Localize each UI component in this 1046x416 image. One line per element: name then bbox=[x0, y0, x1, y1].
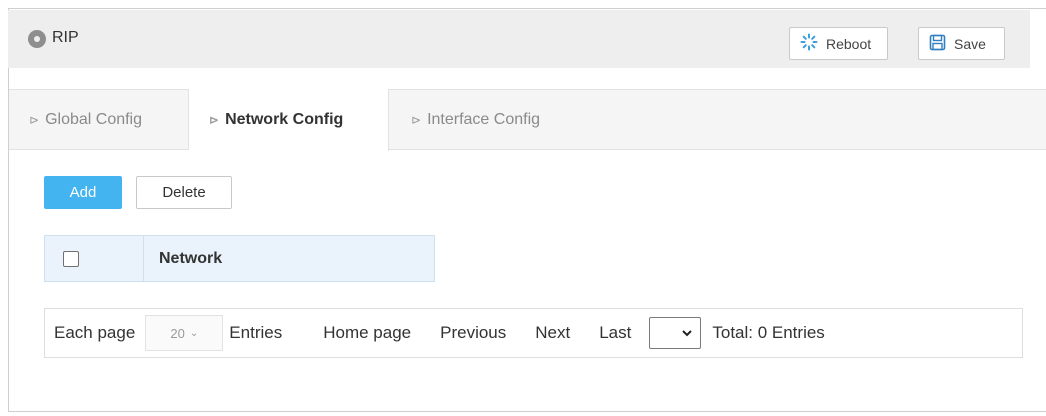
chevron-right-icon: ⊳ bbox=[29, 112, 40, 127]
entries-label: Entries bbox=[229, 323, 283, 342]
each-page-label: Each page bbox=[54, 323, 136, 342]
previous-link[interactable]: Previous bbox=[440, 323, 506, 343]
chevron-down-icon: ⌄ bbox=[189, 327, 199, 339]
location-pin-icon bbox=[28, 30, 46, 48]
floppy-disk-icon bbox=[929, 34, 946, 54]
chevron-down-icon bbox=[682, 329, 693, 336]
page-number-select[interactable] bbox=[649, 317, 702, 349]
chevron-right-icon: ⊳ bbox=[411, 112, 422, 127]
tab-label: Global Config bbox=[45, 110, 143, 128]
tab-global-config[interactable]: ⊳ Global Config bbox=[9, 89, 189, 150]
last-link[interactable]: Last bbox=[599, 323, 631, 343]
page-size-select[interactable]: 20 ⌄ bbox=[145, 315, 224, 351]
tab-interface-config[interactable]: ⊳ Interface Config bbox=[389, 89, 609, 150]
select-all-checkbox[interactable] bbox=[63, 250, 79, 267]
delete-button[interactable]: Delete bbox=[136, 176, 232, 209]
total-entries-label: Total: 0 Entries bbox=[712, 323, 825, 342]
tab-label: Network Config bbox=[225, 111, 344, 128]
add-button[interactable]: Add bbox=[44, 176, 122, 209]
page-title: RIP bbox=[52, 29, 79, 46]
table-header: Network bbox=[44, 235, 435, 282]
tab-network-config[interactable]: ⊳ Network Config bbox=[189, 89, 389, 151]
pagination-bar: Each page 20 ⌄ Entries Home page Previou… bbox=[44, 308, 1023, 358]
save-button[interactable]: Save bbox=[918, 27, 1005, 60]
reboot-label: Reboot bbox=[826, 35, 872, 52]
next-link[interactable]: Next bbox=[535, 323, 570, 343]
reboot-button[interactable]: Reboot bbox=[789, 27, 888, 60]
tab-label: Interface Config bbox=[427, 110, 541, 128]
chevron-right-icon: ⊳ bbox=[209, 113, 220, 127]
title-bar: RIP Reboot Save bbox=[8, 10, 1030, 68]
page-size-value: 20 bbox=[170, 325, 185, 341]
column-header-network[interactable]: Network bbox=[144, 236, 222, 281]
select-all-cell bbox=[45, 236, 144, 281]
spinner-icon bbox=[800, 33, 818, 54]
tab-bar: ⊳ Global Config ⊳ Network Config ⊳ Inter… bbox=[9, 89, 1046, 151]
save-label: Save bbox=[954, 35, 986, 52]
home-page-link[interactable]: Home page bbox=[323, 323, 411, 343]
